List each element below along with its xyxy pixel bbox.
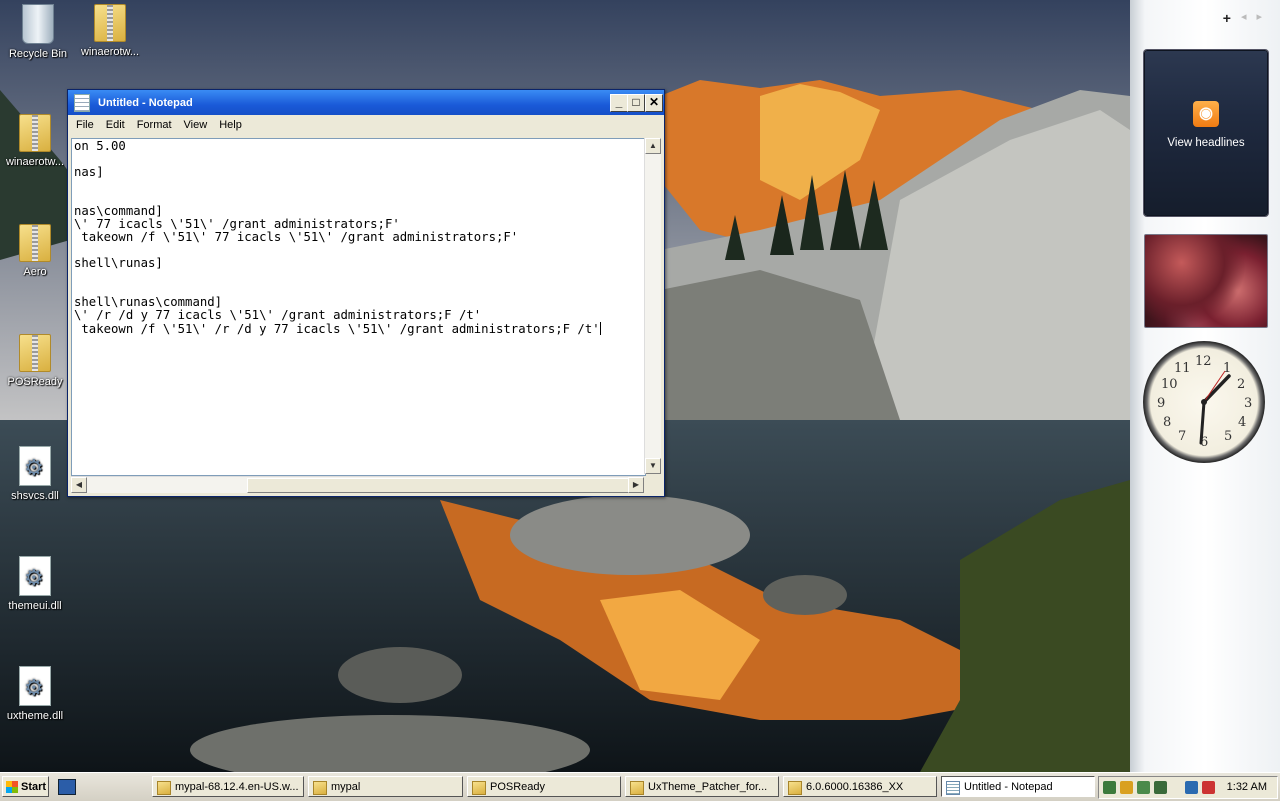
zip-folder-icon [19, 114, 51, 152]
clock-second-hand [1203, 370, 1226, 403]
notepad-title-bar[interactable]: Untitled - Notepad [68, 90, 664, 115]
taskbar: Start mypal-68.12.4.en-US.w... mypal POS… [0, 772, 1280, 801]
desktop-icon-label: winaerotw... [5, 156, 65, 168]
tray-monitor-icon[interactable] [1185, 781, 1198, 794]
tray-checkmark-icon[interactable] [1137, 781, 1150, 794]
dll-file-icon [19, 556, 51, 596]
desktop-icon-aero[interactable]: Aero [0, 224, 73, 278]
desktop-icon-winaerotweaker-folder[interactable]: winaerotw... [0, 114, 73, 168]
vertical-scrollbar[interactable]: ▲ ▼ [644, 138, 661, 474]
scroll-down-arrow-icon[interactable]: ▼ [645, 458, 661, 474]
taskbar-item-notepad[interactable]: Untitled - Notepad [941, 776, 1095, 797]
editor-content[interactable]: on 5.00 nas] nas\command] \' 77 icacls \… [72, 139, 645, 337]
zip-folder-icon [19, 334, 51, 372]
menu-bar: File Edit Format View Help [68, 115, 664, 135]
windows-sidebar: + ◂ ▸ ◉ View headlines 12 1 2 3 4 5 6 7 … [1130, 0, 1280, 772]
notepad-icon [74, 93, 90, 112]
menu-format[interactable]: Format [131, 119, 178, 131]
scroll-up-arrow-icon[interactable]: ▲ [645, 138, 661, 154]
recycle-bin-icon [22, 4, 54, 44]
zip-folder-icon [94, 4, 126, 42]
next-gadgets-button[interactable]: ▸ [1256, 10, 1262, 26]
scroll-right-arrow-icon[interactable]: ▶ [628, 477, 644, 493]
taskbar-item-6-0-6000[interactable]: 6.0.6000.16386_XX [783, 776, 937, 797]
menu-file[interactable]: File [70, 119, 100, 131]
maximize-button[interactable]: □ [627, 94, 645, 112]
clock-gadget[interactable]: 12 1 2 3 4 5 6 7 8 9 10 11 [1143, 341, 1265, 463]
rss-feed-icon: ◉ [1193, 101, 1219, 127]
menu-edit[interactable]: Edit [100, 119, 131, 131]
desktop-icon-label: themeui.dll [8, 600, 62, 612]
desktop-icon-posready[interactable]: POSReady [0, 334, 73, 388]
text-caret [599, 322, 601, 335]
clock-hands [1199, 370, 1231, 445]
desktop-icon-themeui-dll[interactable]: themeui.dll [0, 556, 73, 612]
desktop-icon-shsvcs-dll[interactable]: shsvcs.dll [0, 446, 73, 502]
window-title: Untitled - Notepad [98, 96, 193, 109]
tray-network-icon[interactable] [1154, 781, 1167, 794]
desktop-icon-label: uxtheme.dll [6, 710, 64, 722]
slideshow-gadget[interactable] [1144, 234, 1268, 328]
tray-shield-icon[interactable] [1120, 781, 1133, 794]
clock-hour-hand [1202, 374, 1231, 404]
desktop-icon-label: Recycle Bin [8, 48, 68, 60]
text-editor[interactable]: on 5.00 nas] nas\command] \' 77 icacls \… [71, 138, 646, 476]
menu-view[interactable]: View [178, 119, 214, 131]
dll-file-icon [19, 446, 51, 486]
horizontal-scrollbar[interactable]: ◀ ▶ [71, 476, 644, 493]
menu-help[interactable]: Help [213, 119, 248, 131]
desktop-icon-winaerotweaker-zip[interactable]: winaerotw... [72, 4, 148, 58]
taskbar-item-mypal-installer[interactable]: mypal-68.12.4.en-US.w... [152, 776, 304, 797]
show-desktop-icon[interactable] [58, 779, 76, 795]
horizontal-scroll-thumb[interactable] [247, 478, 633, 493]
start-button[interactable]: Start [2, 776, 49, 797]
desktop-icon-recycle-bin[interactable]: Recycle Bin [0, 4, 76, 60]
desktop-icon-label: Aero [23, 266, 47, 278]
feed-label[interactable]: View headlines [1145, 137, 1267, 149]
add-gadget-button[interactable]: + [1223, 10, 1231, 26]
feed-headlines-gadget[interactable]: ◉ View headlines [1144, 50, 1268, 216]
taskbar-item-uxtheme-patcher[interactable]: UxTheme_Patcher_for... [625, 776, 779, 797]
scroll-left-arrow-icon[interactable]: ◀ [71, 477, 87, 493]
close-button[interactable]: ✕ [645, 94, 663, 112]
tray-app-icon[interactable] [1103, 781, 1116, 794]
desktop-icon-label: shsvcs.dll [11, 490, 59, 502]
taskbar-item-posready[interactable]: POSReady [467, 776, 621, 797]
taskbar-item-mypal[interactable]: mypal [308, 776, 463, 797]
system-tray: 1:32 AM [1098, 776, 1278, 799]
minimize-button[interactable]: _ [610, 94, 628, 112]
desktop-icon-label: winaerotw... [80, 46, 140, 58]
previous-gadgets-button[interactable]: ◂ [1241, 10, 1247, 26]
dll-file-icon [19, 666, 51, 706]
desktop-icon-uxtheme-dll[interactable]: uxtheme.dll [0, 666, 73, 722]
notepad-window[interactable]: Untitled - Notepad _ □ ✕ File Edit Forma… [67, 89, 665, 497]
taskbar-clock[interactable]: 1:32 AM [1227, 777, 1267, 798]
zip-folder-icon [19, 224, 51, 262]
clock-minute-hand [1199, 400, 1206, 445]
desktop-icon-label: POSReady [7, 376, 63, 388]
tray-volume-muted-icon[interactable] [1202, 781, 1215, 794]
sidebar-controls: + ◂ ▸ [1223, 10, 1262, 26]
